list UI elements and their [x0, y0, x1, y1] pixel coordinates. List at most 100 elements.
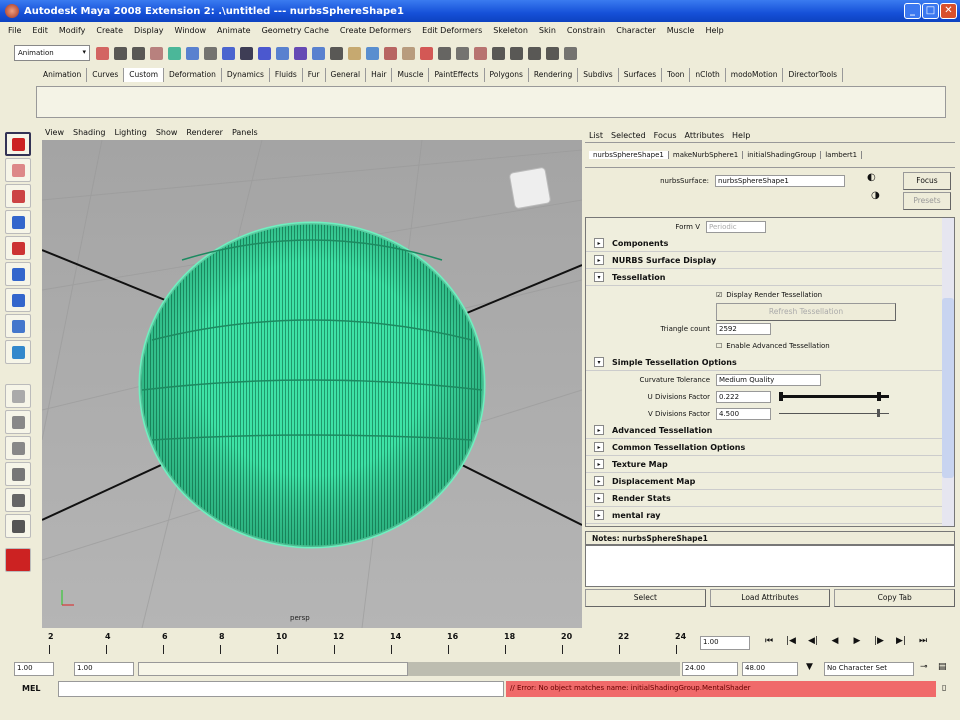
- shelf-tab-polygons[interactable]: Polygons: [485, 68, 529, 82]
- display-render-checkbox[interactable]: ☑: [716, 291, 722, 299]
- menu-display[interactable]: Display: [134, 26, 164, 35]
- frame-nurbs-surface-display[interactable]: ▸ NURBS Surface Display: [586, 252, 954, 269]
- viewport-menu-renderer[interactable]: Renderer: [186, 128, 223, 137]
- soft-mod-button[interactable]: [5, 314, 31, 338]
- playback-button[interactable]: |◀: [782, 636, 800, 646]
- notes-textarea[interactable]: [585, 545, 955, 587]
- status-tool-icon[interactable]: [474, 46, 487, 60]
- last-tool-button[interactable]: [5, 340, 31, 364]
- menu-create-deformers[interactable]: Create Deformers: [340, 26, 411, 35]
- menuset-dropdown[interactable]: Animation: [14, 45, 90, 61]
- load-attributes-button[interactable]: Load Attributes: [709, 589, 831, 607]
- viewport-menu-lighting[interactable]: Lighting: [114, 128, 146, 137]
- frame-render-stats[interactable]: ▸ Render Stats: [586, 490, 954, 507]
- frame-displacement-map[interactable]: ▸ Displacement Map: [586, 473, 954, 490]
- select-button[interactable]: Select: [585, 589, 706, 607]
- shelf-tab-general[interactable]: General: [326, 68, 367, 82]
- move-tool-button[interactable]: [5, 210, 31, 234]
- status-tool-icon[interactable]: [168, 46, 181, 60]
- status-tool-icon[interactable]: [312, 46, 325, 60]
- frame-components[interactable]: ▸ Components: [586, 235, 954, 252]
- scale-tool-button[interactable]: [5, 262, 31, 286]
- key-icon[interactable]: ⊸: [920, 662, 928, 672]
- status-tool-icon[interactable]: [456, 46, 469, 60]
- load-connected-icon[interactable]: ◐: [867, 172, 876, 183]
- viewport-menu-shading[interactable]: Shading: [73, 128, 106, 137]
- menu-skin[interactable]: Skin: [539, 26, 556, 35]
- mel-label[interactable]: MEL: [22, 684, 41, 693]
- u-divisions-slider[interactable]: [779, 392, 889, 401]
- node-tab[interactable]: makeNurbSphere1: [669, 151, 744, 159]
- menu-window[interactable]: Window: [175, 26, 207, 35]
- status-tool-icon[interactable]: [294, 46, 307, 60]
- viewport-menu-panels[interactable]: Panels: [232, 128, 258, 137]
- menu-modify[interactable]: Modify: [59, 26, 86, 35]
- shelf-tab-deformation[interactable]: Deformation: [164, 68, 222, 82]
- manipulator-button[interactable]: [5, 288, 31, 312]
- ae-menu-selected[interactable]: Selected: [611, 131, 646, 140]
- frame-advanced-tessellation[interactable]: ▸ Advanced Tessellation: [586, 422, 954, 439]
- playback-button[interactable]: ◀|: [804, 636, 822, 646]
- status-tool-icon[interactable]: [546, 46, 559, 60]
- v-divisions-field[interactable]: 4.500: [716, 407, 771, 420]
- status-tool-icon[interactable]: [564, 46, 577, 60]
- menu-skeleton[interactable]: Skeleton: [493, 26, 528, 35]
- shelf-tab-custom[interactable]: Custom: [124, 68, 165, 82]
- shelf-tab-directortools[interactable]: DirectorTools: [783, 68, 844, 82]
- frame-simple-tessellation[interactable]: ▾ Simple Tessellation Options: [586, 354, 954, 371]
- status-tool-icon[interactable]: [204, 46, 217, 60]
- status-tool-icon[interactable]: [150, 46, 163, 60]
- maximize-button[interactable]: □: [922, 3, 939, 19]
- node-tab[interactable]: nurbsSphereShape1: [589, 151, 669, 159]
- character-set-field[interactable]: No Character Set: [824, 662, 914, 676]
- status-tool-icon[interactable]: [528, 46, 541, 60]
- frame-mental-ray[interactable]: ▸ mental ray: [586, 507, 954, 524]
- shelf-tab-hair[interactable]: Hair: [366, 68, 393, 82]
- attr-scrollbar[interactable]: [942, 218, 954, 526]
- menu-file[interactable]: File: [8, 26, 21, 35]
- menu-geometry-cache[interactable]: Geometry Cache: [262, 26, 329, 35]
- start-time-field[interactable]: 1.00: [14, 662, 54, 676]
- close-button[interactable]: ✕: [940, 3, 957, 19]
- focus-button[interactable]: Focus: [903, 172, 951, 190]
- ae-menu-help[interactable]: Help: [732, 131, 750, 140]
- playback-button[interactable]: |▶: [870, 636, 888, 646]
- viewport-menu-show[interactable]: Show: [156, 128, 178, 137]
- curvature-tolerance-dropdown[interactable]: Medium Quality: [716, 373, 821, 386]
- layout-graph-button[interactable]: [5, 462, 31, 486]
- minimize-button[interactable]: _: [904, 3, 921, 19]
- mel-input[interactable]: [58, 681, 504, 697]
- status-tool-icon[interactable]: [240, 46, 253, 60]
- shelf-tab-dynamics[interactable]: Dynamics: [222, 68, 270, 82]
- playback-end-field[interactable]: 24.00: [682, 662, 738, 676]
- end-time-field[interactable]: 48.00: [742, 662, 798, 676]
- shelf-tab-toon[interactable]: Toon: [662, 68, 691, 82]
- enable-advanced-checkbox[interactable]: ☐: [716, 342, 722, 350]
- status-tool-icon[interactable]: [492, 46, 505, 60]
- time-slider[interactable]: 2 4 6 8 10 12 14 16 18 20 22 24: [8, 632, 698, 660]
- shelf-tab-painteffects[interactable]: PaintEffects: [429, 68, 485, 82]
- shelf-tab-fur[interactable]: Fur: [303, 68, 326, 82]
- show-output-icon[interactable]: ◑: [871, 190, 880, 201]
- layout-single-button[interactable]: [5, 384, 31, 408]
- shelf-tab-fluids[interactable]: Fluids: [270, 68, 303, 82]
- layout-hypershade-button[interactable]: [5, 488, 31, 512]
- shelf-tab-surfaces[interactable]: Surfaces: [619, 68, 663, 82]
- status-tool-icon[interactable]: [366, 46, 379, 60]
- viewport-menu-view[interactable]: View: [45, 128, 64, 137]
- select-tool-button[interactable]: [5, 132, 31, 156]
- menu-animate[interactable]: Animate: [217, 26, 251, 35]
- current-time-field[interactable]: 1.00: [700, 636, 750, 650]
- frame-tessellation[interactable]: ▾ Tessellation: [586, 269, 954, 286]
- rotate-tool-button[interactable]: [5, 236, 31, 260]
- status-tool-icon[interactable]: [258, 46, 271, 60]
- u-divisions-field[interactable]: 0.222: [716, 390, 771, 403]
- status-tool-icon[interactable]: [384, 46, 397, 60]
- status-tool-icon[interactable]: [438, 46, 451, 60]
- character-set-arrow-icon[interactable]: ▼: [806, 662, 813, 672]
- status-tool-icon[interactable]: [96, 46, 109, 60]
- layout-persp-outliner-button[interactable]: [5, 436, 31, 460]
- shelf-tab-animation[interactable]: Animation: [38, 68, 88, 82]
- menu-edit[interactable]: Edit: [32, 26, 48, 35]
- ae-menu-list[interactable]: List: [589, 131, 603, 140]
